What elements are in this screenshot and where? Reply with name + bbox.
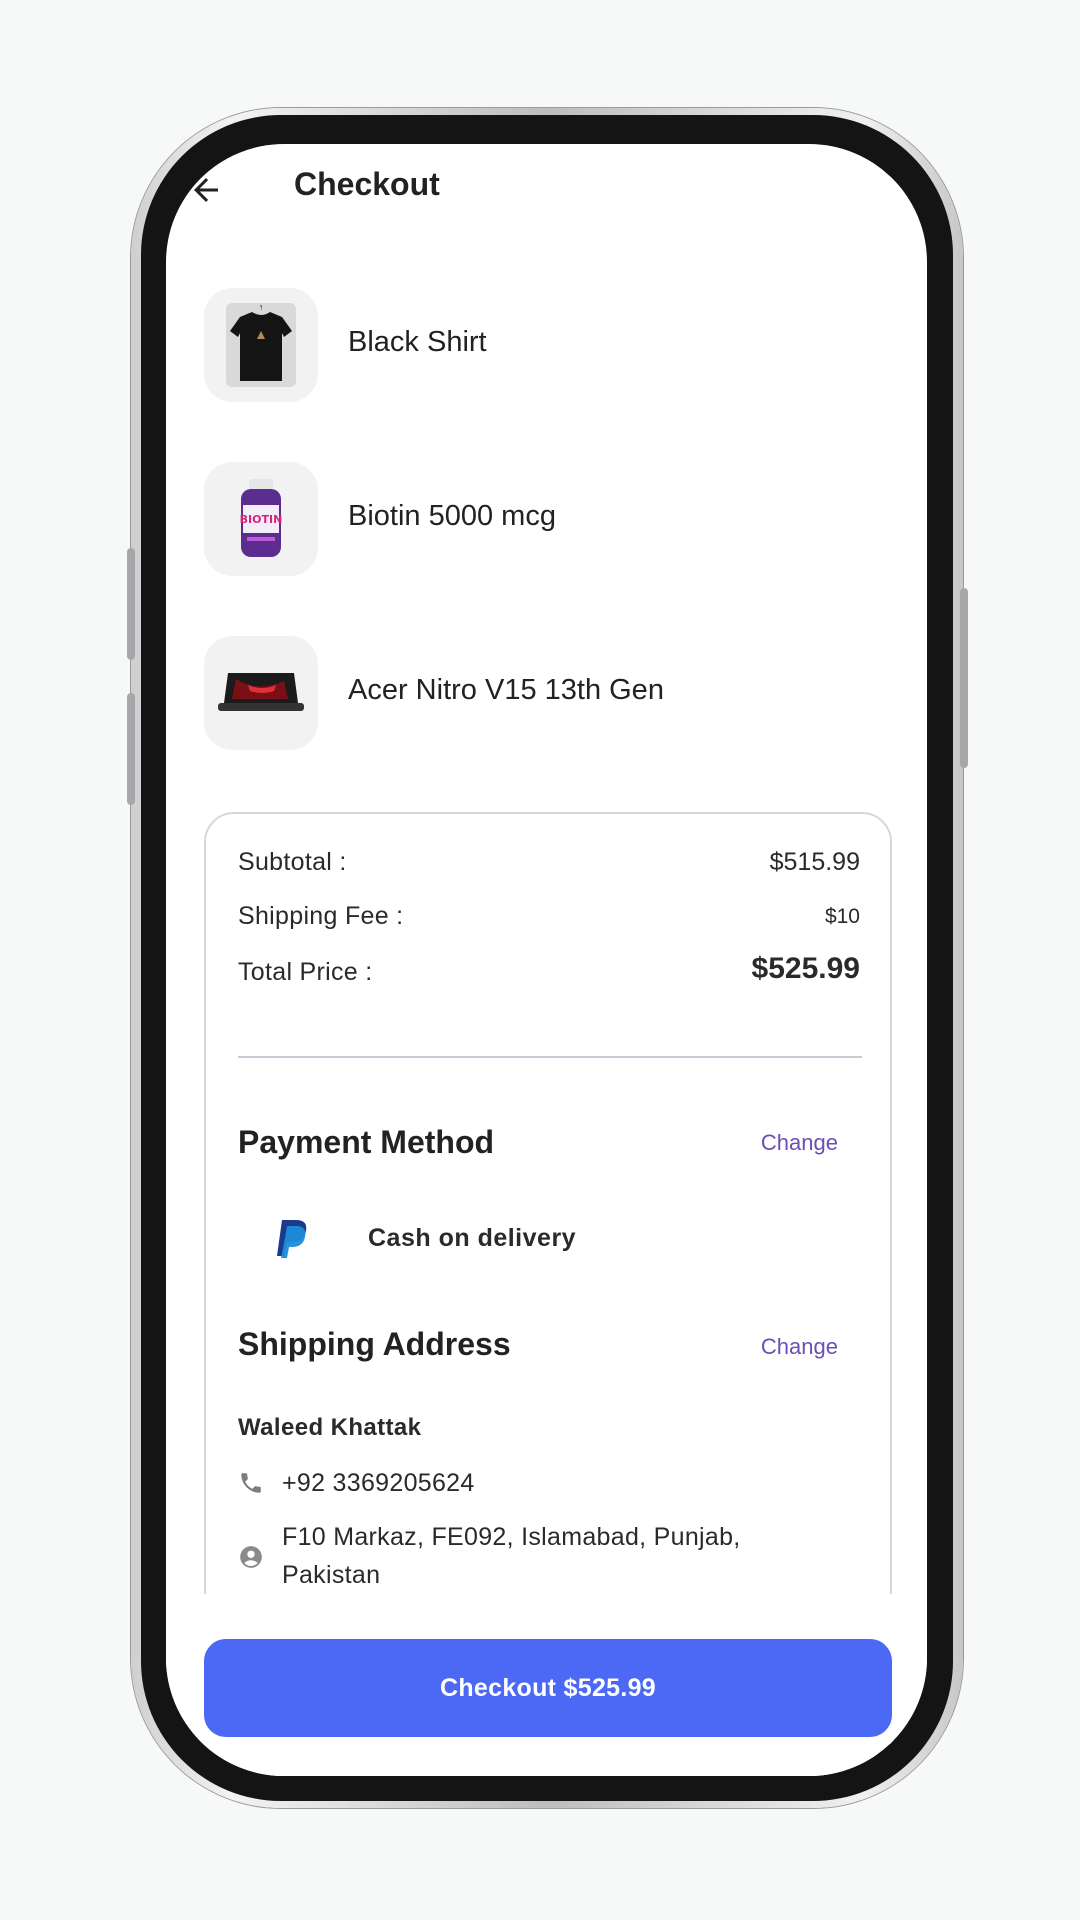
payment-method-value: Cash on delivery: [368, 1224, 577, 1252]
address-line-2: Pakistan: [282, 1561, 381, 1589]
phone-icon: [241, 1473, 261, 1493]
paypal-icon: [277, 1220, 307, 1258]
change-payment-link[interactable]: Change: [761, 1130, 838, 1156]
volume-down-button: [127, 693, 135, 805]
product-name: Biotin 5000 mcg: [348, 500, 556, 532]
supplement-bottle-icon: BIOTIN: [240, 479, 283, 557]
shipping-fee-value: $10: [824, 905, 860, 928]
subtotal-label: Subtotal :: [238, 848, 347, 876]
product-name: Acer Nitro V15 13th Gen: [348, 674, 664, 706]
laptop-icon: [218, 673, 304, 711]
t-shirt-icon: [226, 303, 296, 387]
back-arrow-icon[interactable]: [188, 172, 224, 208]
product-thumbnail: [204, 636, 318, 750]
total-price-label: Total Price :: [238, 958, 373, 986]
shipping-address-title: Shipping Address: [238, 1326, 511, 1362]
change-address-link[interactable]: Change: [761, 1334, 838, 1360]
volume-up-button: [127, 548, 135, 660]
list-item[interactable]: Black Shirt: [204, 288, 844, 402]
power-button: [960, 588, 968, 768]
subtotal-value: $515.99: [769, 848, 860, 876]
payment-method-title: Payment Method: [238, 1124, 495, 1160]
divider: [238, 1056, 862, 1058]
checkout-button[interactable]: Checkout $525.99: [204, 1639, 892, 1737]
list-item[interactable]: BIOTIN Biotin 5000 mcg: [204, 462, 844, 576]
page-title: Checkout: [294, 166, 440, 202]
svg-text:BIOTIN: BIOTIN: [240, 513, 283, 526]
product-thumbnail: BIOTIN: [204, 462, 318, 576]
account-circle-icon: [240, 1546, 262, 1568]
product-name: Black Shirt: [348, 326, 487, 358]
total-price-value: $525.99: [751, 952, 860, 985]
shipping-fee-label: Shipping Fee :: [238, 902, 404, 930]
address-line-1: F10 Markaz, FE092, Islamabad, Punjab,: [282, 1523, 741, 1551]
list-item[interactable]: Acer Nitro V15 13th Gen: [204, 636, 844, 750]
product-thumbnail: [204, 288, 318, 402]
recipient-name: Waleed Khattak: [238, 1414, 422, 1441]
recipient-phone: +92 3369205624: [282, 1469, 475, 1497]
app-screen: Checkout Black Shirt BIOTIN Biotin 5000 …: [166, 144, 927, 1776]
